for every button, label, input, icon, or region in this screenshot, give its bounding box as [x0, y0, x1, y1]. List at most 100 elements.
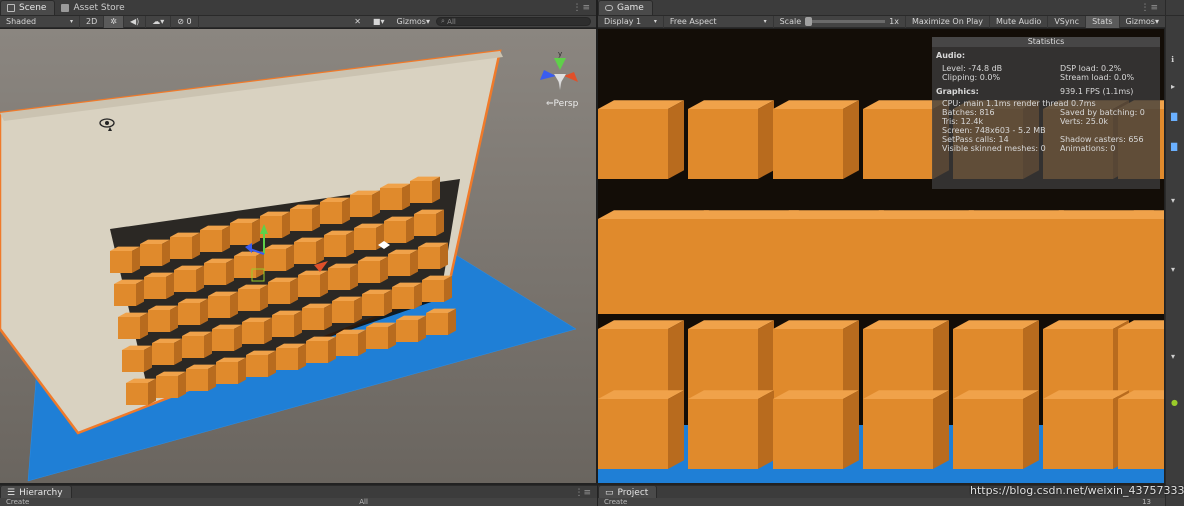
scene-search-input[interactable]: ⌕ All [436, 17, 591, 26]
scene-cube-side [414, 282, 422, 309]
stats-toggle[interactable]: Stats [1086, 15, 1120, 28]
display-dropdown[interactable]: Display 1 ▾ [598, 15, 664, 28]
game-cube-side [758, 320, 774, 399]
game-cube [863, 329, 933, 399]
statistics-overlay: Statistics Audio: Level: -74.8 dB DSP lo… [932, 37, 1160, 189]
inspector-strip[interactable]: ℹ ▸ ▇ ▇ ▾ ▾ ▾ ● [1165, 0, 1184, 506]
scene-cube-side [312, 204, 320, 231]
scene-cube-side [178, 371, 186, 398]
scene-cube-side [196, 265, 204, 292]
scene-cube [208, 296, 230, 318]
project-toolbar: Create 13 [598, 498, 1165, 506]
mode-2d-toggle[interactable]: 2D [80, 15, 105, 28]
mute-audio-toggle[interactable]: Mute Audio [990, 15, 1049, 28]
graphics-animations: Animations: 0 [1060, 144, 1116, 153]
scene-cube [114, 284, 136, 306]
mute-label: Mute Audio [996, 17, 1042, 26]
game-view[interactable]: Statistics Audio: Level: -74.8 dB DSP lo… [598, 29, 1164, 483]
gizmos-dropdown[interactable]: Gizmos ▾ [391, 16, 437, 28]
game-cube-side [668, 390, 684, 469]
scene-cube [336, 334, 358, 356]
scene-view[interactable]: y ⇐Persp [0, 29, 596, 483]
tab-project-label: Project [617, 488, 649, 498]
scene-cube-side [226, 258, 234, 285]
inspector-fold-icon[interactable]: ▾ [1171, 196, 1181, 206]
aspect-dropdown[interactable]: Free Aspect ▾ [664, 15, 774, 28]
scene-cube-side [406, 216, 414, 243]
scene-cube [354, 228, 376, 250]
game-panel-menu-icon[interactable]: ⋮≡ [1140, 3, 1159, 13]
inspector-component2-icon[interactable]: ▇ [1171, 142, 1181, 152]
scene-cube [384, 221, 406, 243]
hierarchy-menu-icon[interactable]: ⋮≡ [574, 488, 591, 498]
scene-cube-side [354, 296, 362, 323]
tab-asset-store[interactable]: Asset Store [55, 0, 132, 15]
scene-cube [418, 247, 440, 269]
audio-toggle[interactable]: ◀) [124, 15, 147, 28]
scene-cube [246, 355, 268, 377]
eye-off-icon: ⊘ [177, 17, 184, 26]
scene-tabbar: Scene Asset Store ⋮≡ [0, 0, 597, 16]
panel-menu-icon[interactable]: ⋮≡ [572, 3, 591, 13]
inspector-fold3-icon[interactable]: ▾ [1171, 352, 1181, 362]
scene-cube-side [324, 303, 332, 330]
graphics-batches: Batches: 816 [942, 108, 995, 117]
search-icon: ⌕ [441, 17, 445, 25]
scale-slider[interactable] [805, 17, 886, 26]
scene-cube-side [200, 298, 208, 325]
scene-cube-side [388, 322, 396, 349]
effects-dropdown[interactable]: ☁▾ [146, 15, 172, 28]
inspector-info-icon: ℹ [1171, 55, 1175, 64]
game-gizmos-dropdown[interactable]: Gizmos ▾ [1120, 16, 1166, 28]
hierarchy-create-button[interactable]: Create [6, 498, 29, 506]
statistics-title: Statistics [932, 37, 1160, 47]
hierarchy-search-placeholder[interactable]: All [359, 498, 368, 506]
vsync-toggle[interactable]: VSync [1048, 15, 1087, 28]
inspector-fold2-icon[interactable]: ▾ [1171, 265, 1181, 275]
shading-mode-dropdown[interactable]: Shaded ▾ [0, 15, 80, 28]
graphics-verts: Verts: 25.0k [1060, 117, 1109, 126]
scene-cube-side [208, 364, 216, 391]
tab-game[interactable]: Game [598, 0, 653, 15]
scale-control[interactable]: Scale 1x [774, 16, 905, 28]
inspector-shader-icon[interactable]: ● [1171, 398, 1181, 408]
scene-cube-side [402, 183, 410, 210]
aspect-label: Free Aspect [669, 17, 717, 26]
scene-cube-side [162, 239, 170, 266]
game-cube-side [668, 100, 684, 179]
maximize-on-play-toggle[interactable]: Maximize On Play [904, 15, 990, 28]
audio-level: Level: -74.8 dB [942, 64, 1003, 73]
game-cube-side [933, 390, 949, 469]
tab-scene[interactable]: Scene [0, 0, 56, 15]
scene-cube [152, 343, 174, 365]
persp-label[interactable]: ⇐Persp [546, 99, 578, 109]
scene-cube-side [260, 284, 268, 311]
scene-cube [272, 315, 294, 337]
game-cube-side [843, 390, 859, 469]
game-gizmos-label: Gizmos [1125, 17, 1155, 26]
scale-slider-knob[interactable] [805, 17, 813, 26]
scene-cube-side [436, 209, 444, 236]
hidden-objects-toggle[interactable]: ⊘ 0 [171, 15, 199, 28]
hierarchy-toolbar: Create All [0, 498, 597, 506]
project-create-button[interactable]: Create [604, 498, 627, 506]
camera-icon[interactable]: ■▾ [367, 16, 391, 28]
chevron-down-icon: ▾ [69, 18, 73, 25]
scene-cube-side [282, 211, 290, 238]
game-cube [1043, 329, 1113, 399]
tools-icon[interactable]: ✕ [348, 16, 367, 28]
scene-cube [366, 327, 388, 349]
scene-cube [294, 242, 316, 264]
display-chevron-icon: ▾ [653, 18, 657, 25]
inspector-component-icon[interactable]: ▇ [1171, 112, 1181, 122]
scene-cube [238, 289, 260, 311]
tab-scene-label: Scene [19, 3, 47, 13]
scene-cube [324, 235, 346, 257]
vsync-label: VSync [1054, 17, 1080, 26]
folder-icon: ▭ [605, 488, 614, 498]
game-cube [863, 219, 958, 314]
scene-cube [140, 244, 162, 266]
scene-cube-side [320, 270, 328, 297]
lighting-toggle[interactable]: ✲ [104, 15, 124, 28]
persp-arrow-icon: ⇐ [546, 99, 554, 109]
